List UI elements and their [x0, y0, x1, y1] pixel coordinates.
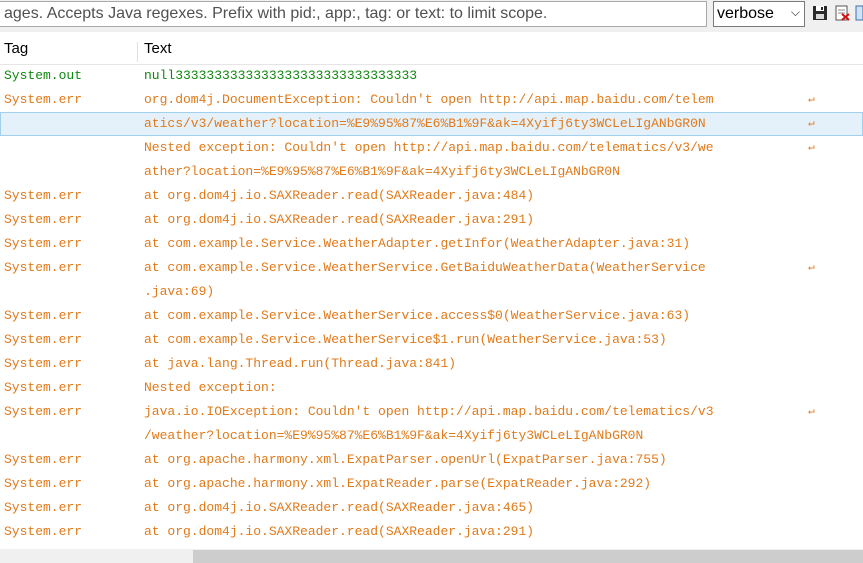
log-row-tag: System.err [4, 308, 83, 323]
log-row-tag: System.err [4, 404, 83, 419]
log-row-text: Nested exception: Couldn't open http://a… [144, 140, 714, 155]
log-row[interactable]: System.err at org.dom4j.io.SAXReader.read… [0, 520, 863, 544]
log-row-text: at com.example.Service.WeatherService.Ge… [144, 260, 706, 275]
log-row-text: /weather?location=%E9%95%87%E6%B1%9F&ak=… [144, 428, 644, 443]
log-row-text: at java.lang.Thread.run(Thread.java:841) [144, 356, 457, 371]
log-row[interactable]: Nested exception: Couldn't open http://a… [0, 136, 863, 160]
horizontal-scrollbar[interactable] [0, 549, 863, 563]
log-row[interactable]: System.err at org.apache.harmony.xml.Expa… [0, 448, 863, 472]
log-row-text: at org.dom4j.io.SAXReader.read(SAXReader… [144, 500, 535, 515]
log-row-tag: System.err [4, 356, 83, 371]
log-row[interactable]: System.err at java.lang.Thread.run(Thread… [0, 352, 863, 376]
log-row-tag: System.err [4, 212, 83, 227]
log-row-tag: System.err [4, 92, 83, 107]
log-row-tag: System.err [4, 452, 83, 467]
log-row-tag: System.err [4, 500, 83, 515]
log-row[interactable]: System.err at com.example.Service.Weather… [0, 256, 863, 280]
log-table-body: System.out null33333333333333333333333333… [0, 64, 863, 544]
log-row-text: at org.dom4j.io.SAXReader.read(SAXReader… [144, 524, 535, 539]
log-row-text: java.io.IOException: Couldn't open http:… [144, 404, 714, 419]
log-row[interactable]: ather?location=%E9%95%87%E6%B1%9F&ak=4Xy… [0, 160, 863, 184]
log-row-tag: System.err [4, 332, 83, 347]
scroll-lock-icon[interactable] [855, 5, 863, 21]
log-row-text: at com.example.Service.WeatherService.ac… [144, 308, 691, 323]
log-row-text: null3333333333333333333333333333333 [144, 68, 418, 83]
log-row[interactable]: System.out null33333333333333333333333333… [0, 64, 863, 88]
line-wrap-icon: ↵ [808, 142, 815, 154]
log-row[interactable]: System.err at org.dom4j.io.SAXReader.read… [0, 496, 863, 520]
log-row[interactable]: System.err at com.example.Service.Weather… [0, 304, 863, 328]
log-row[interactable]: System.err at org.dom4j.io.SAXReader.read… [0, 184, 863, 208]
log-row-text: at org.dom4j.io.SAXReader.read(SAXReader… [144, 212, 535, 227]
log-row[interactable]: System.err at com.example.Service.Weather… [0, 232, 863, 256]
log-row-tag: System.out [4, 68, 83, 83]
log-row-tag: System.err [4, 524, 83, 539]
save-icon[interactable] [812, 5, 828, 21]
column-header-tag[interactable]: Tag [4, 40, 28, 64]
log-table-header: Tag Text [0, 40, 863, 65]
log-row-text: at org.dom4j.io.SAXReader.read(SAXReader… [144, 188, 535, 203]
log-row[interactable]: atics/v3/weather?location=%E9%95%87%E6%B… [0, 112, 863, 136]
clear-log-icon[interactable] [834, 5, 850, 21]
log-row-text: at org.apache.harmony.xml.ExpatReader.pa… [144, 476, 652, 491]
log-row-tag: System.err [4, 236, 83, 251]
log-row-text: at org.apache.harmony.xml.ExpatParser.op… [144, 452, 667, 467]
column-header-text[interactable]: Text [144, 40, 172, 64]
log-row-text: at com.example.Service.WeatherAdapter.ge… [144, 236, 691, 251]
log-row-text: atics/v3/weather?location=%E9%95%87%E6%B… [144, 116, 706, 131]
filter-input[interactable] [0, 1, 707, 27]
line-wrap-icon: ↵ [808, 94, 815, 106]
log-row[interactable]: System.err java.io.IOException: Couldn't … [0, 400, 863, 424]
log-row[interactable]: /weather?location=%E9%95%87%E6%B1%9F&ak=… [0, 424, 863, 448]
log-row-tag: System.err [4, 380, 83, 395]
log-row[interactable]: .java:69) [0, 280, 863, 304]
log-row-tag: System.err [4, 476, 83, 491]
log-row-text: ather?location=%E9%95%87%E6%B1%9F&ak=4Xy… [144, 164, 620, 179]
log-level-select[interactable]: verbose ⌵ [713, 1, 805, 27]
log-row-text: at com.example.Service.WeatherService$1.… [144, 332, 667, 347]
log-row-tag: System.err [4, 260, 83, 275]
chevron-down-icon: ⌵ [790, 5, 800, 19]
log-row-text: org.dom4j.DocumentException: Couldn't op… [144, 92, 714, 107]
log-row-text: Nested exception: [144, 380, 277, 395]
log-row[interactable]: System.err org.dom4j.DocumentException: C… [0, 88, 863, 112]
logcat-toolbar: verbose ⌵ [0, 0, 863, 32]
line-wrap-icon: ↵ [808, 262, 815, 274]
log-row[interactable]: System.err at org.dom4j.io.SAXReader.read… [0, 208, 863, 232]
log-row-text: .java:69) [144, 284, 215, 299]
log-row[interactable]: System.err at org.apache.harmony.xml.Expa… [0, 472, 863, 496]
log-row[interactable]: System.err at com.example.Service.Weather… [0, 328, 863, 352]
log-level-value: verbose [717, 5, 774, 22]
line-wrap-icon: ↵ [808, 118, 815, 130]
line-wrap-icon: ↵ [808, 406, 815, 418]
column-divider[interactable] [137, 42, 138, 62]
log-row[interactable]: System.err Nested exception: [0, 376, 863, 400]
horizontal-scrollbar-thumb[interactable] [193, 550, 863, 563]
log-row-tag: System.err [4, 188, 83, 203]
